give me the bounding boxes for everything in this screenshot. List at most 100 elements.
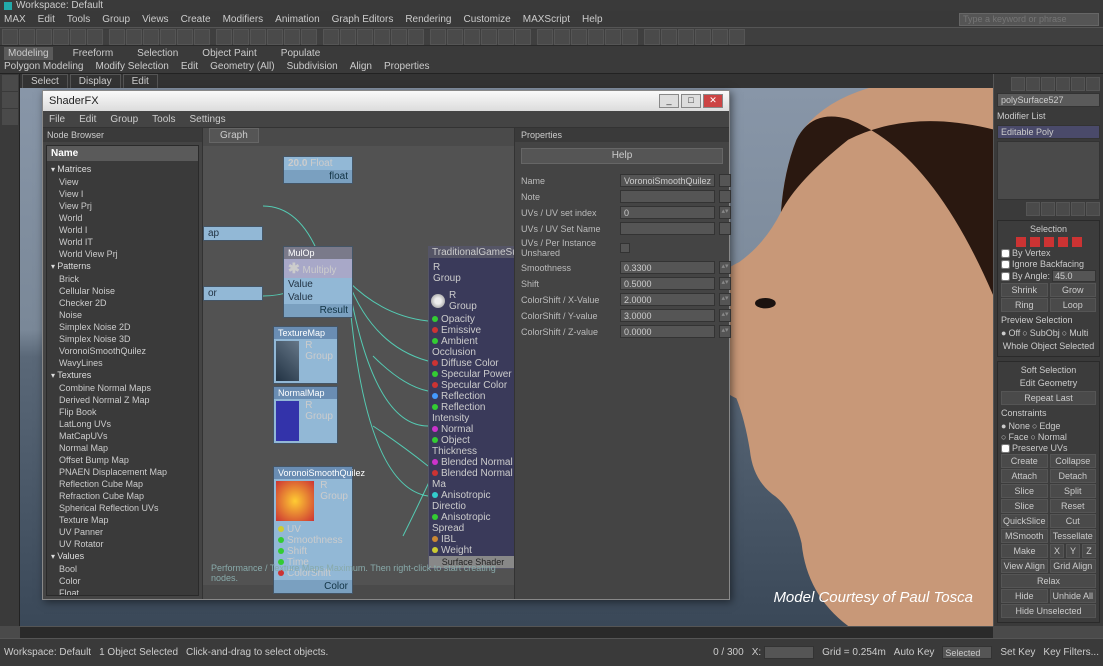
shaderfx-titlebar[interactable]: ShaderFX _ □ ✕	[43, 91, 729, 111]
tree-item[interactable]: Spherical Reflection UVs	[47, 502, 198, 514]
ribbon-tab-selection[interactable]: Selection	[133, 47, 182, 60]
toolbar-icon[interactable]	[515, 29, 531, 45]
scene-tab-edit[interactable]: Edit	[123, 74, 158, 89]
edge-subobj-icon[interactable]	[1030, 237, 1040, 247]
toolbar-icon[interactable]	[2, 29, 18, 45]
pin-stack-icon[interactable]	[1026, 202, 1040, 216]
surface-shader-node[interactable]: TraditionalGameSurfaceS RGroup RGroup Op…	[428, 246, 514, 569]
tree-item[interactable]: UV Panner	[47, 526, 198, 538]
toolbar-icon[interactable]	[160, 29, 176, 45]
shrink-button[interactable]: Shrink	[1001, 283, 1048, 297]
tree-item[interactable]: Refraction Cube Map	[47, 490, 198, 502]
shader-output-socket[interactable]: Weight	[429, 545, 514, 556]
shaderfx-window[interactable]: ShaderFX _ □ ✕ FileEditGroupToolsSetting…	[42, 90, 730, 600]
prop-value-input[interactable]: 2.0000	[620, 293, 715, 306]
slice-plane-button[interactable]: Slice Plane	[1001, 484, 1048, 498]
tree-item[interactable]: VoronoiSmoothQuilez	[47, 345, 198, 357]
input-node[interactable]: ap	[203, 226, 263, 241]
cut-button[interactable]: Cut	[1050, 514, 1097, 528]
quickslice-button[interactable]: QuickSlice	[1001, 514, 1048, 528]
shader-output-socket[interactable]: IBL	[429, 534, 514, 545]
toolbar-icon[interactable]	[323, 29, 339, 45]
toolbar-icon[interactable]	[571, 29, 587, 45]
element-subobj-icon[interactable]	[1072, 237, 1082, 247]
display-tab-icon[interactable]	[1071, 77, 1085, 91]
attach-button[interactable]: Attach	[1001, 469, 1048, 483]
tree-item[interactable]: World View Prj	[47, 248, 198, 260]
node-graph-canvas[interactable]: 20.0 Float float ap or MulOp ✱ Multiply …	[203, 146, 514, 585]
toolbar-icon[interactable]	[267, 29, 283, 45]
menu-customize[interactable]: Customize	[463, 14, 510, 25]
tree-item[interactable]: Cellular Noise	[47, 285, 198, 297]
split-button[interactable]: Split	[1050, 484, 1097, 498]
tree-item[interactable]: MatCapUVs	[47, 430, 198, 442]
sfx-menu-group[interactable]: Group	[110, 114, 138, 125]
texturemap-node[interactable]: TextureMap RGroup	[273, 326, 338, 384]
tree-item[interactable]: View I	[47, 188, 198, 200]
menu-max[interactable]: MAX	[4, 14, 26, 25]
repeat-last-button[interactable]: Repeat Last	[1001, 391, 1096, 405]
shader-output-socket[interactable]: Emissive	[429, 325, 514, 336]
tree-item[interactable]: Derived Normal Z Map	[47, 394, 198, 406]
ribbon-panel[interactable]: Geometry (All)	[210, 61, 274, 72]
shader-output-socket[interactable]: Diffuse Color	[429, 358, 514, 369]
hide-selected-button[interactable]: Hide Selected	[1001, 589, 1048, 603]
tree-group[interactable]: Patterns	[47, 260, 198, 273]
modifier-dropdown[interactable]: Editable Poly	[997, 125, 1100, 139]
prop-value-input[interactable]	[620, 190, 715, 203]
spinner-icon[interactable]: ▴▾	[719, 261, 731, 274]
spinner-icon[interactable]: ▴▾	[719, 309, 731, 322]
toolbar-icon[interactable]	[712, 29, 728, 45]
prop-value-input[interactable]: 0	[620, 206, 715, 219]
create-button[interactable]: Create	[1001, 454, 1048, 468]
motion-tab-icon[interactable]	[1056, 77, 1070, 91]
tree-item[interactable]: View	[47, 176, 198, 188]
prop-checkbox[interactable]	[620, 243, 630, 253]
workspace-status[interactable]: Workspace: Default	[4, 647, 91, 658]
poly-subobj-icon[interactable]	[1058, 237, 1068, 247]
toolbar-icon[interactable]	[391, 29, 407, 45]
toolbar-icon[interactable]	[216, 29, 232, 45]
toolbar-icon[interactable]	[644, 29, 660, 45]
toolbar-icon[interactable]	[588, 29, 604, 45]
tree-item[interactable]: Color	[47, 575, 198, 587]
tree-item[interactable]: Simplex Noise 2D	[47, 321, 198, 333]
loop-button[interactable]: Loop	[1050, 298, 1097, 312]
tree-item[interactable]: UV Rotator	[47, 538, 198, 550]
soft-selection-header[interactable]: Soft Selection	[1001, 365, 1096, 375]
tree-group[interactable]: Matrices	[47, 163, 198, 176]
shader-output-socket[interactable]: Reflection Intensity	[429, 402, 514, 424]
show-result-icon[interactable]	[1041, 202, 1055, 216]
toolbar-icon[interactable]	[357, 29, 373, 45]
tool-icon[interactable]	[2, 109, 18, 125]
autokey-button[interactable]: Auto Key	[894, 647, 935, 658]
toolbar-icon[interactable]	[87, 29, 103, 45]
ring-button[interactable]: Ring	[1001, 298, 1048, 312]
tree-item[interactable]: World IT	[47, 236, 198, 248]
tree-item[interactable]: View Prj	[47, 200, 198, 212]
toolbar-icon[interactable]	[36, 29, 52, 45]
reset-plane-button[interactable]: Reset Plane	[1050, 499, 1097, 513]
grid-align-button[interactable]: Grid Align	[1050, 559, 1097, 573]
sfx-menu-edit[interactable]: Edit	[79, 114, 96, 125]
ignore-backfacing-check[interactable]	[1001, 260, 1010, 269]
utilities-tab-icon[interactable]	[1086, 77, 1100, 91]
shader-output-socket[interactable]: Anisotropic Directio	[429, 490, 514, 512]
shader-output-socket[interactable]: Reflection	[429, 391, 514, 402]
toolbar-icon[interactable]	[109, 29, 125, 45]
toolbar-icon[interactable]	[481, 29, 497, 45]
by-angle-check[interactable]	[1001, 272, 1010, 281]
toolbar-icon[interactable]	[301, 29, 317, 45]
make-planar-button[interactable]: Make Planar	[1001, 544, 1048, 558]
ribbon-tab-freeform[interactable]: Freeform	[69, 47, 118, 60]
toolbar-icon[interactable]	[126, 29, 142, 45]
edit-geometry-header[interactable]: Edit Geometry	[1001, 378, 1096, 388]
tool-icon[interactable]	[2, 75, 18, 91]
menu-create[interactable]: Create	[181, 14, 211, 25]
toolbar-icon[interactable]	[622, 29, 638, 45]
toolbar-icon[interactable]	[678, 29, 694, 45]
tree-item[interactable]: WavyLines	[47, 357, 198, 369]
scene-tab-select[interactable]: Select	[22, 74, 68, 89]
toolbar-icon[interactable]	[537, 29, 553, 45]
grow-button[interactable]: Grow	[1050, 283, 1097, 297]
